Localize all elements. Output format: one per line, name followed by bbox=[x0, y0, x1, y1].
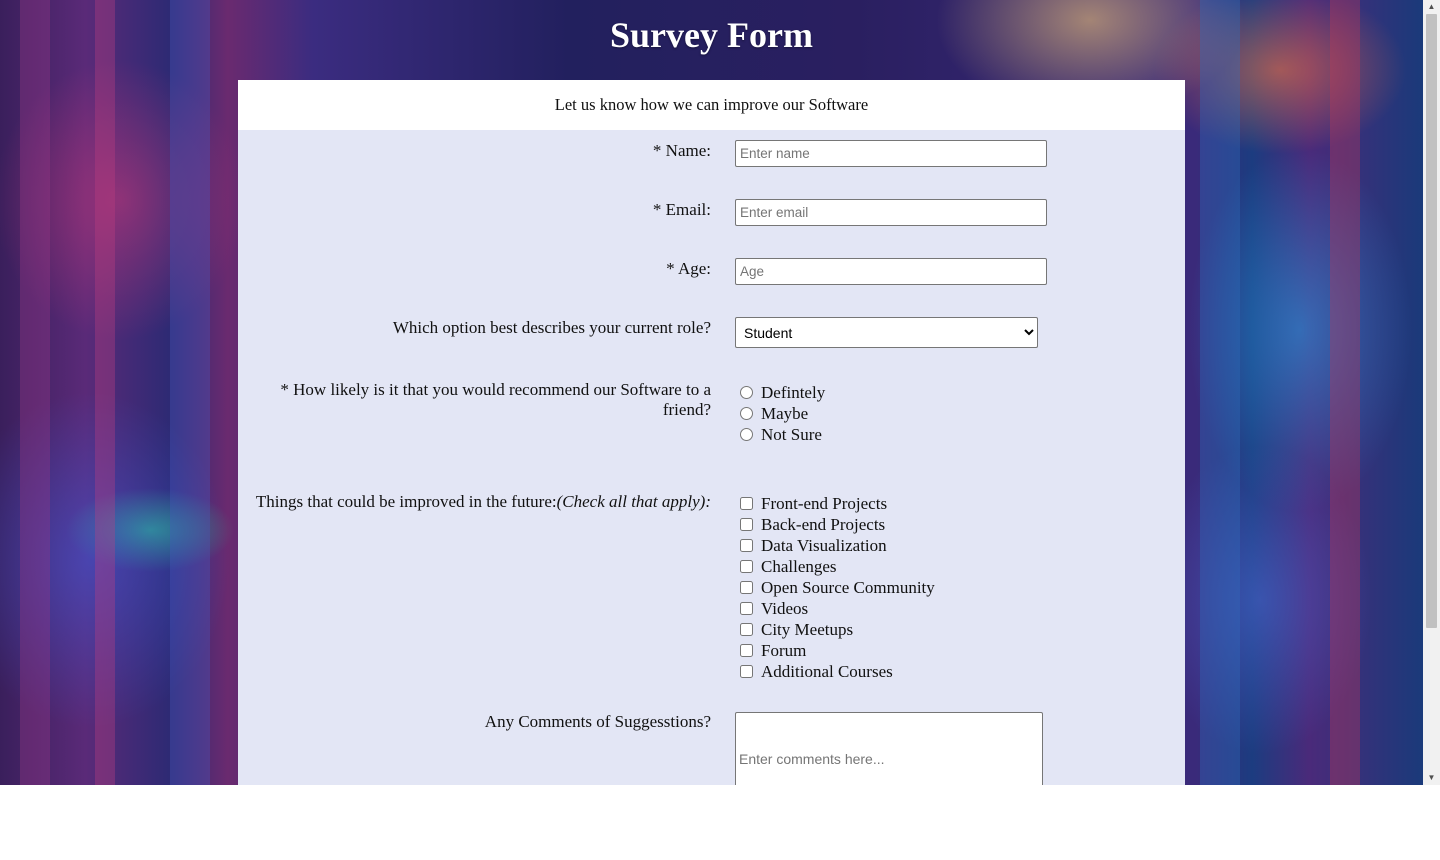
radio-button[interactable] bbox=[740, 386, 753, 399]
improve-option-data-visualization[interactable]: Data Visualization bbox=[739, 535, 935, 556]
improve-option-front-end[interactable]: Front-end Projects bbox=[739, 493, 935, 514]
scroll-up-arrow-icon[interactable]: ▲ bbox=[1423, 0, 1440, 14]
radio-label: Not Sure bbox=[761, 425, 822, 444]
checkbox[interactable] bbox=[740, 518, 753, 531]
recommend-options: Defintely Maybe Not Sure bbox=[739, 382, 825, 445]
email-label: * Email: bbox=[652, 200, 711, 219]
checkbox[interactable] bbox=[740, 644, 753, 657]
background-stripe bbox=[1330, 0, 1360, 785]
radio-label: Maybe bbox=[761, 404, 809, 423]
checkbox-label: Open Source Community bbox=[761, 578, 935, 597]
checkbox-label: Front-end Projects bbox=[761, 494, 888, 513]
recommend-option-maybe[interactable]: Maybe bbox=[739, 403, 825, 424]
checkbox-label: City Meetups bbox=[761, 620, 854, 639]
improve-option-back-end[interactable]: Back-end Projects bbox=[739, 514, 935, 535]
comments-textarea[interactable] bbox=[735, 712, 1043, 785]
checkbox-label: Back-end Projects bbox=[761, 515, 886, 534]
recommend-option-not-sure[interactable]: Not Sure bbox=[739, 424, 825, 445]
background-stripe bbox=[20, 0, 50, 785]
scroll-thumb[interactable] bbox=[1426, 14, 1437, 628]
improve-label-text: Things that could be improved in the fut… bbox=[255, 492, 557, 511]
recommend-label-line2: friend? bbox=[662, 400, 711, 419]
background-stripe bbox=[1200, 0, 1240, 785]
checkbox[interactable] bbox=[740, 497, 753, 510]
checkbox[interactable] bbox=[740, 602, 753, 615]
recommend-option-definitely[interactable]: Defintely bbox=[739, 382, 825, 403]
email-input[interactable] bbox=[735, 199, 1047, 226]
checkbox[interactable] bbox=[740, 560, 753, 573]
comments-label: Any Comments of Suggesstions? bbox=[484, 712, 711, 731]
background-stripe bbox=[170, 0, 210, 785]
role-select[interactable]: Student bbox=[735, 317, 1038, 348]
checkbox-label: Data Visualization bbox=[761, 536, 887, 555]
recommend-label: * How likely is it that you would recomm… bbox=[280, 380, 711, 420]
recommend-label-line1: * How likely is it that you would recomm… bbox=[280, 380, 711, 399]
improve-option-forum[interactable]: Forum bbox=[739, 640, 935, 661]
scroll-down-arrow-icon[interactable]: ▼ bbox=[1423, 771, 1440, 785]
name-input[interactable] bbox=[735, 140, 1047, 167]
name-label: * Name: bbox=[652, 141, 711, 160]
checkbox-label: Forum bbox=[761, 641, 807, 660]
improve-label: Things that could be improved in the fut… bbox=[256, 492, 711, 512]
improve-option-videos[interactable]: Videos bbox=[739, 598, 935, 619]
form-subtitle: Let us know how we can improve our Softw… bbox=[238, 80, 1185, 130]
age-input[interactable] bbox=[735, 258, 1047, 285]
background-stripe bbox=[95, 0, 115, 785]
improve-option-open-source[interactable]: Open Source Community bbox=[739, 577, 935, 598]
radio-button[interactable] bbox=[740, 428, 753, 441]
page-background: Survey Form Let us know how we can impro… bbox=[0, 0, 1423, 785]
vertical-scrollbar[interactable]: ▲ ▼ bbox=[1423, 0, 1440, 785]
radio-button[interactable] bbox=[740, 407, 753, 420]
improve-label-note: (Check all that apply): bbox=[556, 492, 711, 511]
checkbox-label: Additional Courses bbox=[761, 662, 893, 681]
checkbox[interactable] bbox=[740, 539, 753, 552]
survey-form: Let us know how we can improve our Softw… bbox=[238, 80, 1185, 785]
checkbox-label: Videos bbox=[761, 599, 809, 618]
bottom-blank-area bbox=[0, 785, 1440, 860]
checkbox[interactable] bbox=[740, 665, 753, 678]
checkbox[interactable] bbox=[740, 581, 753, 594]
checkbox[interactable] bbox=[740, 623, 753, 636]
improve-option-challenges[interactable]: Challenges bbox=[739, 556, 935, 577]
age-label: * Age: bbox=[666, 259, 711, 278]
improve-option-additional-courses[interactable]: Additional Courses bbox=[739, 661, 935, 682]
checkbox-label: Challenges bbox=[761, 557, 837, 576]
improve-option-city-meetups[interactable]: City Meetups bbox=[739, 619, 935, 640]
role-label: Which option best describes your current… bbox=[392, 318, 711, 337]
improve-options: Front-end Projects Back-end Projects Dat… bbox=[739, 493, 935, 682]
radio-label: Defintely bbox=[761, 383, 826, 402]
page-title: Survey Form bbox=[610, 15, 813, 55]
